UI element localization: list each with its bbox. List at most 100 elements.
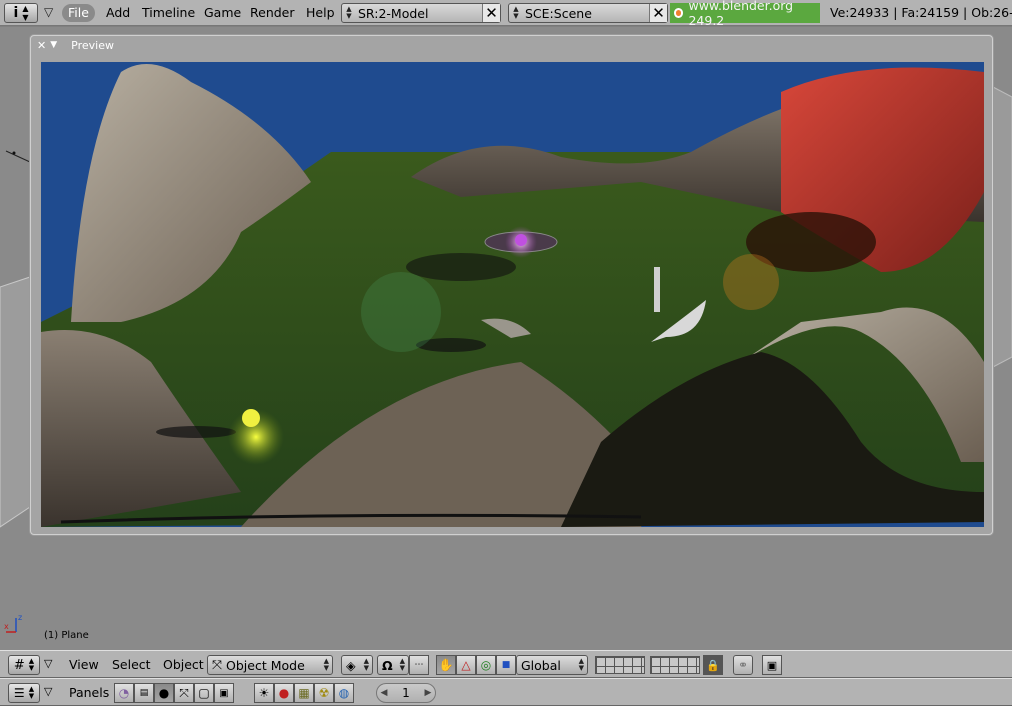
mode-dropdown[interactable]: ⤧ Object Mode ▲ ▼ <box>207 655 333 675</box>
updown-arrows-icon: ▲ ▼ <box>323 657 329 672</box>
collapse-menus-icon[interactable]: ▽ <box>44 5 53 19</box>
scene-context-button[interactable]: ▣ <box>214 683 234 703</box>
layer-buttons-2[interactable] <box>650 656 700 674</box>
dots-icon: ⋯ <box>414 660 424 670</box>
script-icon: ▤ <box>139 688 149 698</box>
object-mode-icon: ⤧ <box>212 657 223 672</box>
panels-menu[interactable]: Panels <box>69 684 109 702</box>
preview-panel-header: ✕ ▼ Preview <box>31 36 992 54</box>
texture-button[interactable]: ▦ <box>294 683 314 703</box>
align-toggle[interactable]: ⋯ <box>409 655 429 675</box>
close-icon[interactable]: ✕ <box>37 39 46 52</box>
buttons-window-header: ☰ ▲ ▼ ▽ Panels ◔ ▤ ● ⤧ ▢ ▣ ☀ ● ▦ ☢ ◍ ◀ 1 … <box>0 678 1012 706</box>
menu-select[interactable]: Select <box>112 656 151 674</box>
active-object-label: (1) Plane <box>44 630 89 641</box>
preview-title: Preview <box>71 38 114 52</box>
triangle-icon: △ <box>461 658 471 672</box>
grid-icon: # <box>13 657 25 673</box>
object-axes-icon: ⤧ <box>179 685 189 700</box>
preview-panel[interactable]: ✕ ▼ Preview <box>30 35 993 535</box>
material-button[interactable]: ● <box>274 683 294 703</box>
scale-mode-button[interactable]: ■ <box>496 655 516 675</box>
updown-arrows-icon: ▲ ▼ <box>399 657 405 672</box>
square-icon: ■ <box>501 660 511 670</box>
menu-add[interactable]: Add <box>100 4 136 22</box>
menu-timeline[interactable]: Timeline <box>136 4 201 22</box>
pivot-dropdown[interactable]: Ω ▲ ▼ <box>377 655 409 675</box>
draw-type-icon: ◈ <box>346 657 356 673</box>
updown-arrows-icon: ▲ ▼ <box>578 657 584 672</box>
link-icon: ⚭ <box>737 658 749 672</box>
menu-game[interactable]: Game <box>198 4 247 22</box>
lamp-icon: ☀ <box>258 686 270 700</box>
translate-mode-button[interactable]: △ <box>456 655 476 675</box>
menu-object[interactable]: Object <box>163 656 204 674</box>
texture-icon: ▦ <box>298 686 310 700</box>
axis-z-label: z <box>18 613 22 622</box>
url-version-text: www.blender.org 249.2 <box>688 0 794 28</box>
frame-number-field[interactable]: ◀ 1 ▶ <box>376 683 436 703</box>
render-icon: ▣ <box>766 658 778 672</box>
menu-view[interactable]: View <box>69 656 99 674</box>
shading-context-button[interactable]: ● <box>154 683 174 703</box>
editing-square-icon: ▢ <box>198 686 210 700</box>
scene-stats: Ve:24933 | Fa:24159 | Ob:26-1 <box>830 5 1012 20</box>
render-button[interactable]: ▣ <box>762 655 782 675</box>
buttons-window-icon: ☰ <box>13 686 25 700</box>
collapse-menus-icon[interactable]: ▽ <box>44 657 52 670</box>
3d-view-header: # ▲ ▼ ▽ View Select Object ⤧ Object Mode … <box>0 650 1012 678</box>
menu-help[interactable]: Help <box>300 4 341 22</box>
scene-selector[interactable]: ▲ ▼ SCE:Scene ✕ <box>508 3 668 23</box>
layer-buttons-1[interactable] <box>595 656 645 674</box>
rendered-preview-image <box>41 62 984 527</box>
screen-name[interactable]: SR:2-Model <box>356 6 482 21</box>
editing-context-button[interactable]: ▢ <box>194 683 214 703</box>
screen-selector[interactable]: ▲ ▼ SR:2-Model ✕ <box>341 3 501 23</box>
increment-arrow-icon[interactable]: ▶ <box>421 688 435 698</box>
lamp-button[interactable]: ☀ <box>254 683 274 703</box>
updown-arrows-icon: ▲ ▼ <box>28 657 35 672</box>
frame-value[interactable]: 1 <box>391 686 421 700</box>
pivot-icon: Ω <box>382 657 393 673</box>
draw-type-dropdown[interactable]: ◈ ▲ ▼ <box>341 655 373 675</box>
material-ball-icon: ● <box>278 686 290 700</box>
script-context-button[interactable]: ▤ <box>134 683 154 703</box>
translate-manipulator-toggle[interactable]: ✋ <box>436 655 456 675</box>
updown-arrows-icon: ▲ ▼ <box>346 5 352 20</box>
orientation-dropdown[interactable]: Global ▲ ▼ <box>516 655 588 675</box>
object-context-button[interactable]: ⤧ <box>174 683 194 703</box>
updown-arrows-icon: ▲ ▼ <box>22 4 29 22</box>
delete-scene-icon[interactable]: ✕ <box>649 4 667 22</box>
decrement-arrow-icon[interactable]: ◀ <box>377 688 391 698</box>
scene-name[interactable]: SCE:Scene <box>523 6 649 21</box>
radiosity-button[interactable]: ☢ <box>314 683 334 703</box>
link-scene-button[interactable]: ⚭ <box>733 655 753 675</box>
blender-url-badge[interactable]: www.blender.org 249.2 <box>670 0 820 28</box>
3d-viewport[interactable]: ✕ ▼ Preview z x (1) Plane <box>0 27 1012 650</box>
updown-arrows-icon: ▲ ▼ <box>513 5 519 20</box>
info-header: i ▲ ▼ ▽ File Add Timeline Game Render Hel… <box>0 0 1012 28</box>
radiosity-icon: ☢ <box>318 686 330 700</box>
sphere-icon: ● <box>158 686 170 700</box>
menu-render[interactable]: Render <box>244 4 301 22</box>
info-icon: i <box>13 5 19 21</box>
editor-type-button[interactable]: # ▲ ▼ <box>8 655 40 675</box>
editor-type-button[interactable]: ☰ ▲ ▼ <box>8 683 40 703</box>
updown-arrows-icon: ▲ ▼ <box>28 685 35 700</box>
hand-icon: ✋ <box>438 658 454 672</box>
collapse-menus-icon[interactable]: ▽ <box>44 685 52 698</box>
blender-logo-icon <box>674 8 684 18</box>
scene-image-icon: ▣ <box>219 687 229 699</box>
editor-type-button[interactable]: i ▲ ▼ <box>4 3 38 23</box>
logic-context-button[interactable]: ◔ <box>114 683 134 703</box>
delete-screen-icon[interactable]: ✕ <box>482 4 500 22</box>
rotate-mode-button[interactable]: ◎ <box>476 655 496 675</box>
world-button[interactable]: ◍ <box>334 683 354 703</box>
lock-layers-button[interactable]: 🔒 <box>703 655 723 675</box>
pacman-icon: ◔ <box>118 686 130 700</box>
collapse-triangle-icon[interactable]: ▼ <box>50 40 57 50</box>
lock-icon: 🔒 <box>706 658 720 672</box>
menu-file[interactable]: File <box>62 4 95 22</box>
world-icon: ◍ <box>338 686 350 700</box>
updown-arrows-icon: ▲ ▼ <box>363 657 369 672</box>
